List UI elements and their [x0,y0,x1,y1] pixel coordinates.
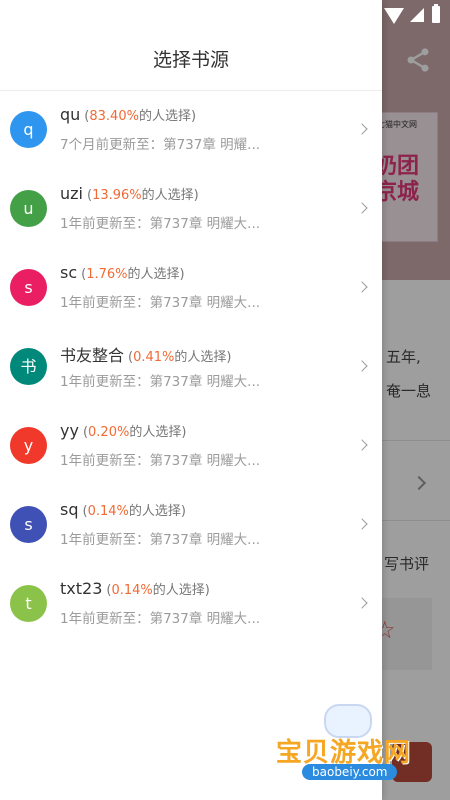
source-avatar: 书 [10,348,47,385]
scrim-overlay[interactable] [382,0,450,800]
wifi-icon [384,8,404,24]
percent-suffix: 的人选择) [152,583,210,598]
source-item-qu[interactable]: q qu (83.40%的人选择) 7个月前更新至：第737章 明耀... [0,91,382,170]
source-avatar: s [10,506,47,543]
source-name: qu [60,105,81,124]
chevron-right-icon [356,123,368,135]
percent-suffix: 的人选择) [127,267,185,282]
source-update: 1年前更新至：第737章 明耀大... [60,532,261,548]
source-update: 1年前更新至：第737章 明耀大... [60,295,261,311]
source-avatar: q [10,111,47,148]
source-name: sq [60,500,79,519]
source-item-sq[interactable]: s sq (0.14%的人选择) 1年前更新至：第737章 明耀大... [0,486,382,565]
source-update: 1年前更新至：第737章 明耀大... [60,374,261,390]
source-update: 1年前更新至：第737章 明耀大... [60,453,261,469]
source-drawer: 选择书源 q qu (83.40%的人选择) 7个月前更新至：第737章 明耀..… [0,0,382,800]
source-name: uzi [60,184,83,203]
signal-icon [410,8,424,22]
source-percent: 83.40% [89,109,139,124]
source-percent: 0.41% [133,350,175,365]
source-avatar: u [10,190,47,227]
source-avatar: y [10,427,47,464]
source-name: yy [60,421,79,440]
source-percent: 13.96% [92,188,142,203]
source-update: 1年前更新至：第737章 明耀大... [60,216,261,232]
chevron-right-icon [356,597,368,609]
source-item-uzi[interactable]: u uzi (13.96%的人选择) 1年前更新至：第737章 明耀大... [0,170,382,249]
chevron-right-icon [356,360,368,372]
chevron-right-icon [356,281,368,293]
source-name: sc [60,263,78,282]
source-name: 书友整合 [60,346,125,365]
watermark-domain: baobeiy.com [302,764,398,780]
percent-suffix: 的人选择) [174,350,232,365]
percent-suffix: 的人选择) [128,504,186,519]
source-avatar: s [10,269,47,306]
percent-suffix: 的人选择) [129,425,187,440]
source-update: 7个月前更新至：第737章 明耀... [60,137,261,153]
source-percent: 0.20% [88,425,130,440]
source-percent: 0.14% [87,504,129,519]
percent-suffix: 的人选择) [138,109,197,124]
drawer-title: 选择书源 [152,49,229,71]
source-percent: 0.14% [111,583,153,598]
source-percent: 1.76% [86,267,128,282]
battery-icon [432,4,440,23]
source-update: 1年前更新至：第737章 明耀大... [60,611,261,627]
source-item-sc[interactable]: s sc (1.76%的人选择) 1年前更新至：第737章 明耀大... [0,249,382,328]
chevron-right-icon [356,518,368,530]
chevron-right-icon [356,202,368,214]
watermark: 宝贝游戏网 baobeiy.com [272,700,422,790]
source-item-txt23[interactable]: t txt23 (0.14%的人选择) 1年前更新至：第737章 明耀大... [0,565,382,644]
source-name: txt23 [60,579,103,598]
source-item-yy[interactable]: y yy (0.20%的人选择) 1年前更新至：第737章 明耀大... [0,407,382,486]
source-avatar: t [10,585,47,622]
chevron-right-icon [356,439,368,451]
percent-suffix: 的人选择) [141,188,199,203]
source-item-shuyou[interactable]: 书 书友整合 (0.41%的人选择) 1年前更新至：第737章 明耀大... [0,328,382,407]
